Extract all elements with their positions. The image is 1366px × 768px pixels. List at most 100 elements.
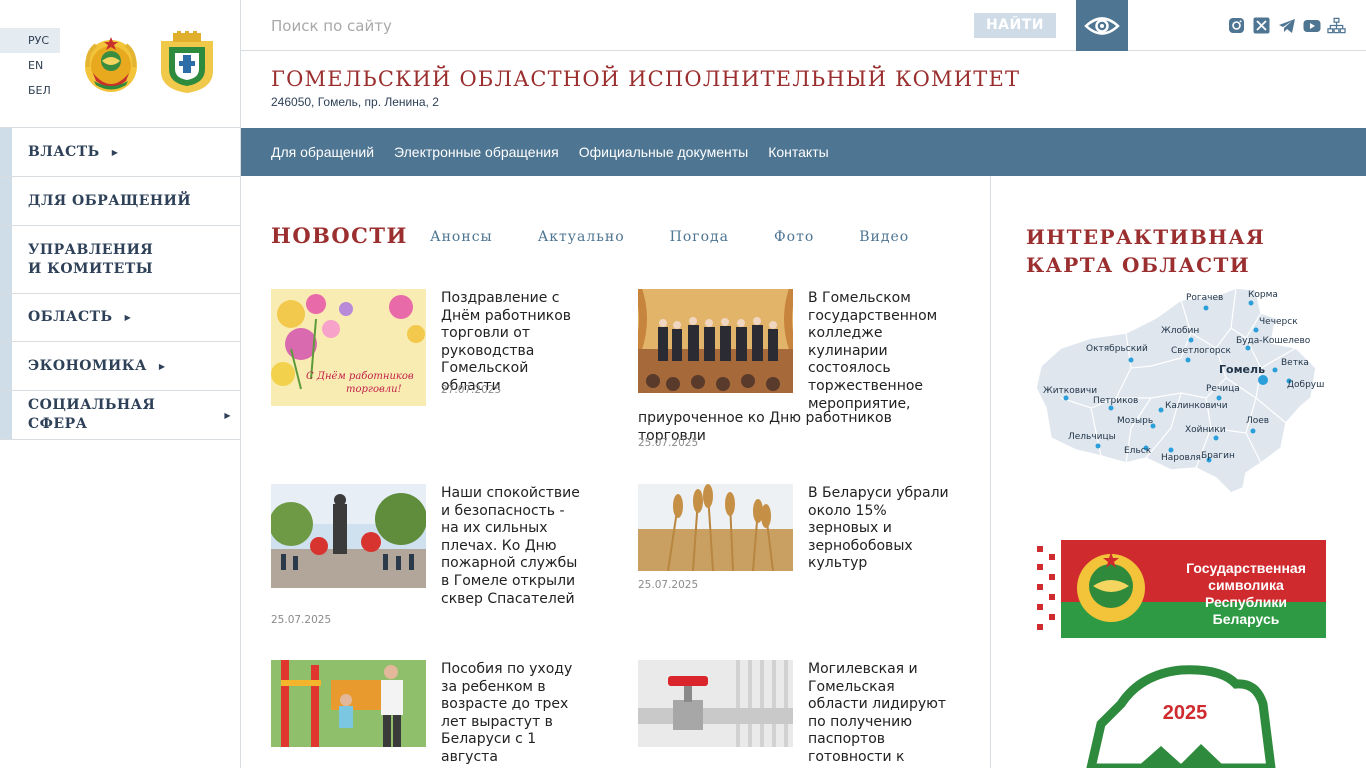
map-city-label[interactable]: Жлобин (1161, 326, 1199, 336)
page: РУС EN БЕЛ ВЛАСТЬ ▶ ДЛЯ ОБРАЩЕНИЙ УПРАВЛ… (0, 0, 1366, 768)
map-city-label[interactable]: Рогачев (1186, 293, 1223, 303)
map-city-label[interactable]: Житковичи (1043, 386, 1097, 396)
news-title[interactable]: Наши спокойствие и безопасность - на их … (441, 485, 586, 608)
page-title[interactable]: ГОМЕЛЬСКИЙ ОБЛАСТНОЙ ИСПОЛНИТЕЛЬНЫЙ КОМИ… (271, 67, 1020, 91)
tab-announcements[interactable]: Анонсы (430, 229, 493, 245)
sitemap-icon[interactable] (1327, 16, 1346, 35)
news-date: 25.07.2025 (271, 614, 332, 626)
tab-actual[interactable]: Актуально (538, 229, 625, 245)
news-item[interactable]: Пособия по уходу за ребенком в возрасте … (271, 660, 581, 768)
map-city-label[interactable]: Речица (1206, 384, 1240, 394)
news-section: НОВОСТИ Анонсы Актуально Погода Фото Вид… (241, 176, 991, 768)
nav-link-contacts[interactable]: Контакты (768, 144, 828, 160)
gomel-region-emblem-icon[interactable] (157, 31, 217, 95)
map-city-label[interactable]: Добруш (1287, 380, 1324, 390)
news-date: 25.07.2025 (638, 579, 699, 591)
search-input[interactable] (271, 14, 931, 38)
news-item[interactable]: В Гомельском государственном колледже ку… (638, 289, 948, 459)
sidebar-item-social[interactable]: СОЦИАЛЬНАЯ СФЕРА ▶ (0, 391, 241, 440)
news-thumbnail-ceremony[interactable] (638, 289, 793, 393)
eye-icon (1084, 16, 1120, 35)
chevron-right-icon: ▶ (158, 360, 166, 371)
map-city-label[interactable]: Лоев (1246, 416, 1269, 426)
map-city-label[interactable]: Ельск (1124, 446, 1151, 456)
sidebar-menu: ВЛАСТЬ ▶ ДЛЯ ОБРАЩЕНИЙ УПРАВЛЕНИЯ И КОМИ… (0, 127, 241, 440)
map-heading[interactable]: ИНТЕРАКТИВНАЯ КАРТА ОБЛАСТИ (1026, 223, 1346, 279)
lang-en[interactable]: EN (0, 53, 60, 78)
news-thumbnail-wheat[interactable] (638, 484, 793, 571)
search-button[interactable]: НАЙТИ (974, 13, 1056, 38)
telegram-icon[interactable] (1277, 16, 1296, 35)
news-title[interactable]: Могилевская и Гомельская области лидирую… (808, 661, 953, 767)
map-city-label[interactable]: Гомель (1219, 363, 1265, 376)
tab-weather[interactable]: Погода (670, 229, 729, 245)
nav-link-appeals[interactable]: Для обращений (271, 144, 374, 160)
nav-link-e-appeals[interactable]: Электронные обращения (394, 144, 559, 160)
language-switcher: РУС EN БЕЛ (0, 28, 60, 103)
news-title[interactable]: В Гомельском государственном колледже ку… (808, 290, 953, 413)
year-2025-badge[interactable]: 2025 (1081, 664, 1281, 768)
map-city-label[interactable]: Октябрьский (1086, 344, 1148, 354)
news-heading[interactable]: НОВОСТИ (271, 223, 408, 248)
accessibility-eye-button[interactable] (1076, 0, 1128, 51)
sidebar-item-vlast[interactable]: ВЛАСТЬ ▶ (0, 128, 241, 177)
map-city-label[interactable]: Чечерск (1259, 317, 1298, 327)
belarus-emblem-icon[interactable] (80, 33, 142, 95)
social-links (1227, 16, 1346, 35)
sidebar-item-region[interactable]: ОБЛАСТЬ ▶ (0, 294, 241, 342)
top-bar: НАЙТИ (241, 0, 1366, 51)
map-city-label[interactable]: Буда-Кошелево (1236, 336, 1310, 346)
map-city-label[interactable]: Корма (1248, 290, 1278, 300)
svg-text:торговли!: торговли! (346, 384, 402, 395)
news-date: 27.07.2025 (441, 384, 502, 396)
banner-line: Государственная (1186, 560, 1306, 576)
news-item[interactable]: В Беларуси убрали около 15% зерновых и з… (638, 484, 949, 604)
news-thumbnail-square[interactable] (271, 484, 426, 588)
map-city-label[interactable]: Хойники (1185, 425, 1226, 435)
instagram-icon[interactable] (1227, 16, 1246, 35)
news-tabs: Анонсы Актуально Погода Фото Видео (430, 229, 954, 245)
tab-photo[interactable]: Фото (774, 229, 814, 245)
main-nav: Для обращений Электронные обращения Офиц… (241, 128, 1366, 176)
youtube-icon[interactable] (1302, 16, 1321, 35)
x-twitter-icon[interactable] (1252, 16, 1271, 35)
map-city-label[interactable]: Брагин (1201, 451, 1235, 461)
news-item[interactable]: Наши спокойствие и безопасность - на их … (271, 484, 581, 634)
org-address: 246050, Гомель, пр. Ленина, 2 (271, 95, 439, 109)
news-title[interactable]: Пособия по уходу за ребенком в возрасте … (441, 661, 586, 767)
nav-link-documents[interactable]: Официальные документы (579, 144, 748, 160)
map-city-label[interactable]: Ветка (1281, 358, 1309, 368)
state-symbols-banner[interactable]: Государственная символика Республики Бел… (1031, 540, 1326, 638)
thumb-caption: С Днём работников (306, 371, 414, 382)
sidebar-item-appeals[interactable]: ДЛЯ ОБРАЩЕНИЙ (0, 177, 241, 226)
map-city-label[interactable]: Калинковичи (1165, 401, 1228, 411)
sidebar-item-label: ЭКОНОМИКА (28, 357, 147, 374)
left-sidebar: РУС EN БЕЛ ВЛАСТЬ ▶ ДЛЯ ОБРАЩЕНИЙ УПРАВЛ… (0, 0, 241, 768)
sidebar-item-label: ДЛЯ ОБРАЩЕНИЙ (28, 192, 192, 209)
banner-line: символика (1208, 577, 1284, 593)
news-thumbnail-playground[interactable] (271, 660, 426, 747)
sidebar-item-economy[interactable]: ЭКОНОМИКА ▶ (0, 342, 241, 391)
map-city-label[interactable]: Петриков (1093, 396, 1138, 406)
interactive-region-map[interactable]: Рогачев Корма Чечерск Жлобин Буда-Кошеле… (1031, 288, 1324, 503)
news-item[interactable]: С Днём работников торговли! Поздравление… (271, 289, 581, 419)
news-title[interactable]: В Беларуси убрали около 15% зерновых и з… (808, 485, 953, 573)
map-city-label[interactable]: Мозырь (1117, 416, 1153, 426)
news-thumbnail-flowers[interactable]: С Днём работников торговли! (271, 289, 426, 406)
sidebar-item-label: ВЛАСТЬ (28, 143, 100, 160)
chevron-right-icon: ▶ (111, 146, 119, 157)
sidebar-item-departments[interactable]: УПРАВЛЕНИЯ И КОМИТЕТЫ (0, 226, 241, 294)
lang-ru[interactable]: РУС (0, 28, 60, 53)
news-title[interactable]: Поздравление с Днём работников торговли … (441, 290, 586, 396)
chevron-right-icon: ▶ (224, 409, 231, 420)
map-city-label[interactable]: Светлогорск (1171, 346, 1231, 356)
news-item[interactable]: Могилевская и Гомельская области лидирую… (638, 660, 948, 768)
banner-line: Республики Беларусь (1204, 594, 1288, 627)
banner-text: Государственная символика Республики Бел… (1171, 560, 1321, 628)
lang-be[interactable]: БЕЛ (0, 78, 60, 103)
map-city-label[interactable]: Наровля (1161, 453, 1201, 463)
right-column: ИНТЕРАКТИВНАЯ КАРТА ОБЛАСТИ Рогачев Корм… (991, 176, 1366, 768)
tab-video[interactable]: Видео (859, 229, 909, 245)
map-city-label[interactable]: Лельчицы (1068, 432, 1116, 442)
news-thumbnail-valve[interactable] (638, 660, 793, 747)
